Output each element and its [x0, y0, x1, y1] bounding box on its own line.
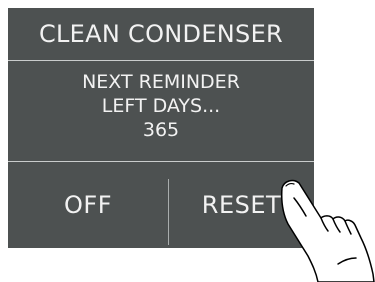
left-days-label: LEFT DAYS... — [101, 95, 221, 117]
title-divider — [8, 60, 314, 61]
panel-title: CLEAN CONDENSER — [38, 20, 284, 48]
next-reminder-label: NEXT REMINDER — [82, 71, 240, 93]
days-remaining-value: 365 — [142, 119, 180, 141]
clean-condenser-panel: CLEAN CONDENSER NEXT REMINDER LEFT DAYS.… — [8, 8, 314, 248]
pointing-hand-icon — [281, 179, 375, 282]
off-button[interactable]: OFF — [8, 162, 168, 248]
reminder-message: NEXT REMINDER LEFT DAYS... 365 — [8, 70, 314, 142]
